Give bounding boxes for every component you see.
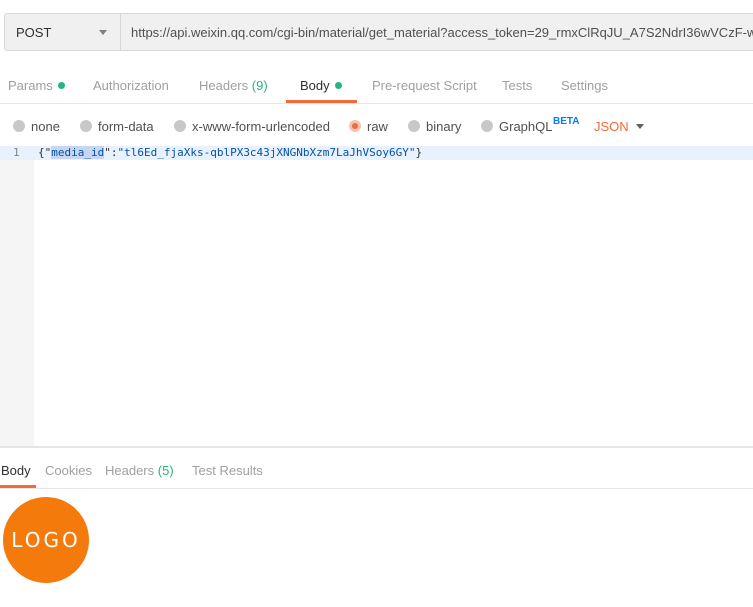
radio-graphql-label: GraphQL (499, 119, 553, 134)
tab-body-label: Body (300, 78, 330, 93)
logo-text: LOGO (11, 528, 81, 552)
tab-tests-label: Tests (502, 78, 533, 93)
radio-selected-icon (349, 120, 361, 132)
code-open-brace: {" (38, 146, 52, 159)
status-dot-icon (57, 82, 65, 89)
tab-params[interactable]: Params (8, 78, 65, 93)
chevron-down-icon (99, 30, 107, 35)
radio-circle-icon (408, 120, 420, 132)
response-tab-cookies-label: Cookies (45, 463, 92, 478)
radio-form-data-label: form-data (98, 119, 154, 134)
url-text: https://api.weixin.qq.com/cgi-bin/materi… (131, 25, 753, 40)
tab-params-label: Params (8, 78, 53, 93)
response-tab-body[interactable]: Body (1, 463, 31, 478)
code-line[interactable]: {"media_id":"tl6Ed_fjaXks-qblPX3c43jXNGN… (38, 146, 422, 160)
tab-prerequest-script[interactable]: Pre-request Script (372, 78, 477, 93)
code-value: "tl6Ed_fjaXks-qblPX3c43jXNGNbXzm7LaJhVSo… (117, 146, 416, 159)
radio-circle-icon (80, 120, 92, 132)
method-dropdown[interactable]: POST (4, 13, 120, 51)
response-tab-headers-label: Headers (105, 463, 155, 478)
active-response-tab-indicator (0, 485, 36, 488)
line-gutter (0, 146, 34, 446)
logo: LOGO (3, 497, 89, 583)
tab-headers[interactable]: Headers (9) (199, 78, 268, 93)
response-tab-body-label: Body (1, 463, 31, 478)
request-url-bar: POST https://api.weixin.qq.com/cgi-bin/m… (0, 0, 753, 62)
tab-headers-count: (9) (251, 78, 268, 93)
beta-badge: BETA (553, 116, 580, 127)
body-editor[interactable]: 1 {"media_id":"tl6Ed_fjaXks-qblPX3c43jXN… (0, 146, 753, 446)
status-dot-icon (334, 82, 342, 89)
tab-body[interactable]: Body (300, 78, 342, 93)
response-tab-cookies[interactable]: Cookies (45, 463, 92, 478)
tab-prerequest-label: Pre-request Script (372, 78, 477, 93)
url-input[interactable]: https://api.weixin.qq.com/cgi-bin/materi… (120, 13, 753, 51)
tab-tests[interactable]: Tests (502, 78, 532, 93)
response-tab-test-results-label: Test Results (192, 463, 263, 478)
tab-settings-label: Settings (561, 78, 608, 93)
radio-circle-icon (13, 120, 25, 132)
response-tab-headers[interactable]: Headers (5) (105, 463, 174, 478)
radio-raw-label: raw (367, 119, 388, 134)
radio-circle-icon (481, 120, 493, 132)
code-separator: ": (104, 146, 118, 159)
code-close-brace: } (415, 146, 423, 159)
chevron-down-icon[interactable] (636, 124, 644, 129)
radio-binary-label: binary (426, 119, 462, 134)
method-label: POST (16, 25, 52, 40)
response-tab-test-results[interactable]: Test Results (192, 463, 263, 478)
active-tab-indicator (286, 100, 357, 103)
radio-none-label: none (31, 119, 60, 134)
tab-headers-label: Headers (199, 78, 249, 93)
radio-urlencoded-label: x-www-form-urlencoded (192, 119, 330, 134)
line-number: 1 (13, 146, 20, 159)
code-key: media_id (51, 146, 105, 159)
response-tab-headers-count: (5) (157, 463, 174, 478)
tab-settings[interactable]: Settings (561, 78, 608, 93)
tab-authorization-label: Authorization (93, 78, 169, 93)
response-tabs: Body Cookies Headers (5) Test Results (0, 448, 753, 489)
language-dropdown[interactable]: JSON (594, 119, 629, 134)
tab-authorization[interactable]: Authorization (93, 78, 169, 93)
request-tabs: Params Authorization Headers (9) Body Pr… (0, 62, 753, 104)
radio-circle-icon (174, 120, 186, 132)
